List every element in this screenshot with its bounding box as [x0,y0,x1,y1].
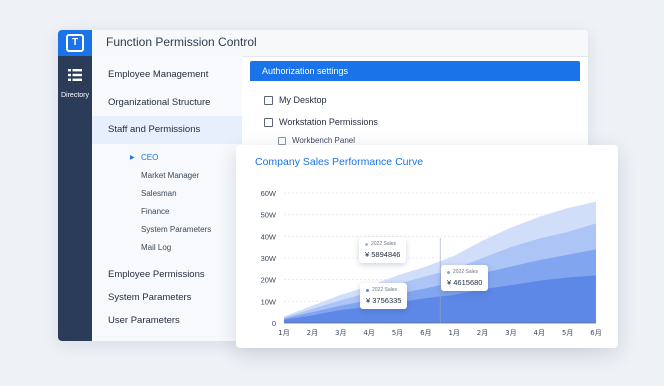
checkbox[interactable] [264,117,273,127]
y-tick-label: 40W [261,232,277,241]
sales-area-chart: 0 10W 20W 30W 40W 50W 60W 1月 2月 3月 4月 5月 6月 1月 2月 3月 4月 5… [261,189,602,337]
x-tick-label: 1月 [448,329,459,337]
x-tick-label: 2月 [477,329,488,337]
subitem-salesman[interactable]: Salesman [141,189,177,198]
caret-right-icon: ▶ [130,155,135,161]
checkbox[interactable] [264,95,273,105]
sales-tooltip: 2022 Sales ¥ 4615680 [441,265,489,291]
subitem-market-manager[interactable]: Market Manager [141,171,199,180]
sidebar: Employee Management Organizational Struc… [92,56,242,341]
x-tick-label: 5月 [562,329,573,337]
subitem-finance[interactable]: Finance [141,207,169,216]
authorization-panel: Authorization settings My Desktop Workst… [250,61,580,145]
x-tick-label: 2月 [307,329,318,337]
tooltip-label: 2022 Sales [372,287,398,293]
rail-directory[interactable]: Directory [58,68,92,99]
x-tick-label: 4月 [534,329,545,337]
authorization-header: Authorization settings [250,61,580,81]
series-dot-icon [366,288,369,292]
x-tick-label: 3月 [505,329,516,337]
subitem-system-parameters[interactable]: System Parameters [141,225,211,234]
subitem-mail-log[interactable]: Mail Log [141,243,171,252]
sales-tooltip: 2022 Sales ¥ 5894846 [359,237,407,263]
tooltip-value: ¥ 5894846 [365,250,401,259]
sidebar-item-system-parameters[interactable]: System Parameters [108,292,191,303]
x-tick-label: 6月 [420,329,431,337]
x-tick-label: 5月 [392,329,403,337]
y-tick-label: 60W [261,189,277,198]
series-dot-icon [447,270,450,274]
tooltip-value: ¥ 4615680 [447,278,483,287]
option-label: Workstation Permissions [279,117,378,127]
sidebar-item-staff-and-permissions[interactable]: Staff and Permissions [108,124,200,135]
subitem-ceo[interactable]: CEO [141,153,158,162]
series-dot-icon [365,242,368,246]
checkbox[interactable] [278,136,286,145]
list-icon [68,69,82,81]
x-tick-label: 4月 [363,329,374,337]
option-workbench-panel[interactable]: Workbench Panel [278,136,355,145]
icon-rail: Directory [58,56,92,341]
y-tick-label: 30W [261,254,277,263]
rail-label: Directory [60,92,89,99]
logo-mark: T [66,34,84,52]
sidebar-item-employee-permissions[interactable]: Employee Permissions [108,269,205,280]
tooltip-label: 2022 Sales [453,269,479,275]
option-workstation-permissions[interactable]: Workstation Permissions [264,117,378,127]
sales-tooltip: 2022 Sales ¥ 3756335 [360,283,408,309]
x-tick-label: 1月 [278,329,289,337]
option-label: My Desktop [279,95,327,105]
y-tick-label: 10W [261,297,277,306]
y-tick-label: 50W [261,211,277,220]
app-logo[interactable]: T [58,30,92,56]
sidebar-item-user-parameters[interactable]: User Parameters [108,315,180,326]
sales-chart-card: Company Sales Performance Curve 0 10W 20W 3… [236,145,618,348]
y-tick-label: 20W [261,276,277,285]
window-title: Function Permission Control [106,35,257,49]
tooltip-value: ¥ 3756335 [366,296,402,305]
sidebar-item-organizational-structure[interactable]: Organizational Structure [108,97,210,108]
option-my-desktop[interactable]: My Desktop [264,95,327,105]
option-label: Workbench Panel [292,136,355,145]
x-tick-label: 3月 [335,329,346,337]
x-tick-label: 6月 [590,329,601,337]
title-bar: T Function Permission Control [58,30,588,57]
y-tick-label: 0 [272,319,276,328]
tooltip-label: 2022 Sales [371,241,397,247]
sidebar-item-employee-management[interactable]: Employee Management [108,69,208,80]
